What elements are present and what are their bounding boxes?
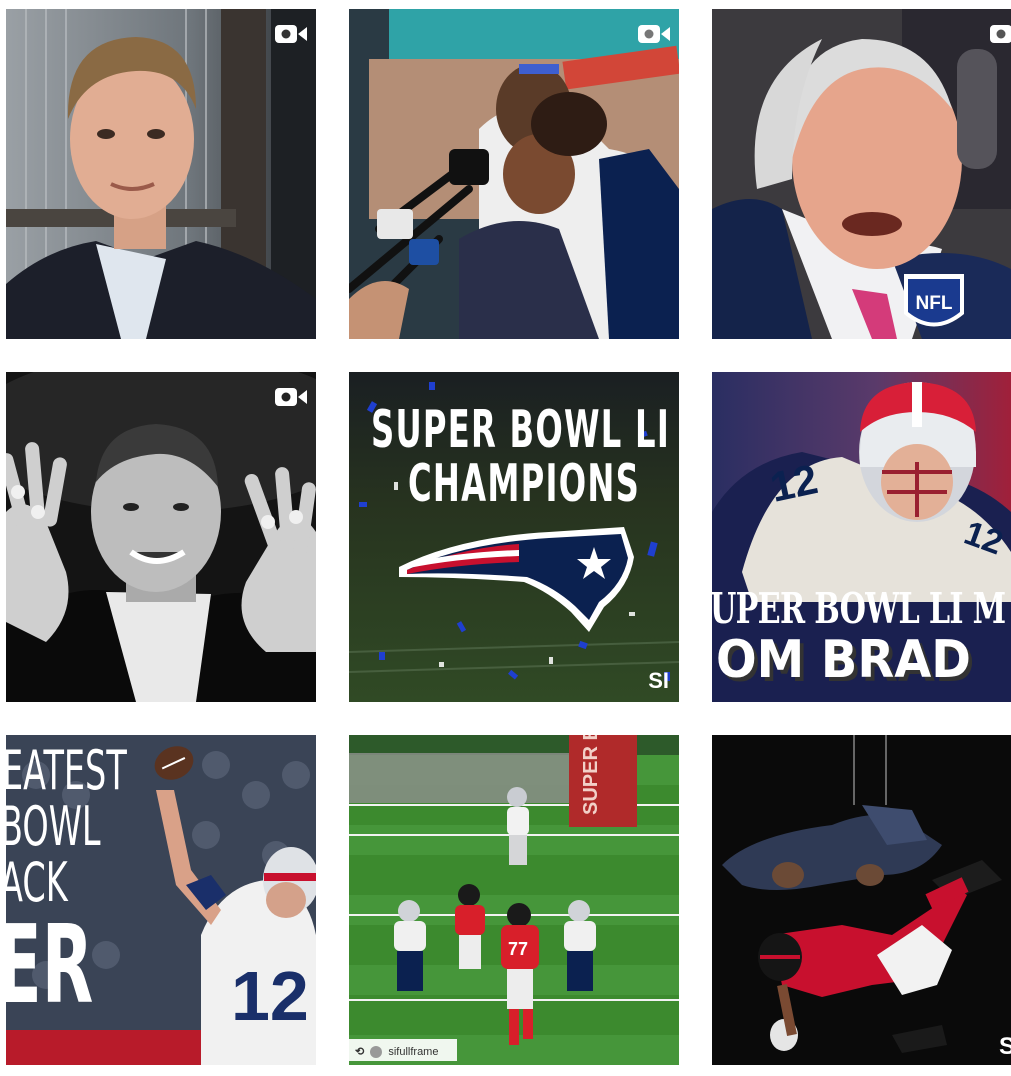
post-image: SUPER BO 77 [349,735,679,1065]
post-grid: NFL SUPER BOWL LI CHAMPIONS SI 12 12 UPE… [0,0,1011,1076]
post-champions-graphic[interactable]: SUPER BOWL LI CHAMPIONS SI [349,372,679,702]
post-image [349,9,679,339]
endzone-text: SUPER BO [580,735,602,815]
svg-text:12: 12 [766,455,821,511]
post-halftime-performers[interactable]: S [712,735,1011,1065]
post-quarterback-showing-rings[interactable] [6,372,316,702]
post-mvp-graphic[interactable]: 12 12 UPER BOWL LI M OM BRAD [712,372,1011,702]
video-camera-icon [275,25,307,43]
post-image [6,372,316,702]
post-field-play-overhead[interactable]: SUPER BO 77 ⟲ sifullframe [349,735,679,1065]
svg-text:12: 12 [231,957,309,1035]
post-image: 12 12 [712,372,1011,702]
post-team-owner-speaking[interactable]: NFL [712,9,1011,339]
post-image [712,735,1011,1065]
video-camera-icon [990,25,1011,43]
player-qb [507,787,529,865]
post-player-with-daughter-press[interactable] [349,9,679,339]
nfl-shield-icon: NFL [904,274,964,327]
post-greatest-comeback-graphic[interactable]: 12 EATEST BOWL ACK ER [6,735,316,1065]
video-camera-icon [638,25,670,43]
svg-text:NFL: NFL [916,293,953,314]
post-sportscaster-interview[interactable] [6,9,316,339]
svg-text:77: 77 [508,939,528,959]
post-image: NFL [712,9,1011,339]
post-image [349,372,679,702]
post-image: 12 [6,735,316,1065]
post-image [6,9,316,339]
video-camera-icon [275,388,307,406]
